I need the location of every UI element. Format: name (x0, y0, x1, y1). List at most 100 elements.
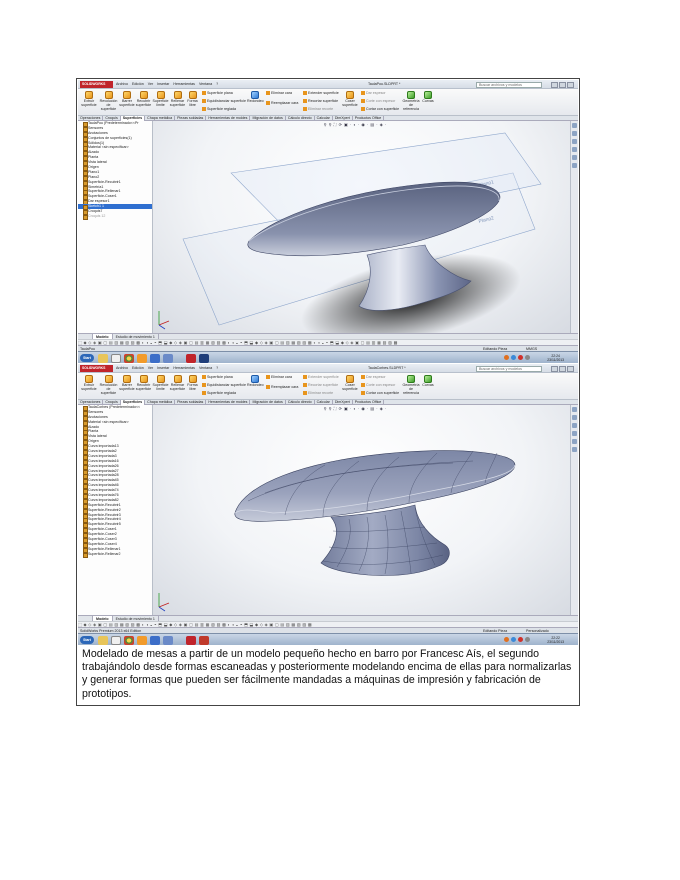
barrer-superficie-button[interactable]: Barrer superficie (119, 375, 135, 392)
custom-properties-icon[interactable] (572, 447, 577, 452)
photos-icon[interactable] (163, 353, 173, 363)
menu-insertar[interactable]: Insertar (157, 82, 169, 86)
superficie-plana-button[interactable]: Superficie plana (202, 375, 233, 380)
maximize-icon[interactable] (559, 365, 566, 372)
minimize-icon[interactable] (551, 81, 558, 88)
curvas-button[interactable]: Curvas (422, 375, 434, 388)
media-icon[interactable] (111, 353, 121, 363)
menu-edicion[interactable]: Edición (132, 82, 144, 86)
maximize-icon[interactable] (559, 81, 566, 88)
word-icon[interactable] (150, 353, 160, 363)
extruir-superficie-button[interactable]: Extruir superficie (80, 91, 98, 108)
extruir-superficie-button[interactable]: Extruir superficie (80, 375, 98, 392)
library-icon[interactable] (572, 415, 577, 420)
superficie-limite-button[interactable]: Superficie límite (152, 375, 169, 392)
start-button[interactable]: Start (80, 636, 94, 644)
vlc-icon[interactable] (137, 635, 147, 645)
media-icon[interactable] (111, 635, 121, 645)
superficie-reglada-button[interactable]: Superficie reglada (202, 391, 236, 396)
tray-icon[interactable] (525, 637, 530, 642)
corte-espesor-button[interactable]: Corte con espesor (361, 383, 395, 388)
menu-ventana[interactable]: Ventana (199, 366, 212, 370)
coser-superficie-button[interactable]: Coser superficie (342, 91, 358, 108)
explorer-icon[interactable] (98, 353, 108, 363)
graphics-viewport[interactable]: ⚲ ⚲ ⛶ ⟳ ▣ · ◐ · ◉ · ▤ · ◈ · (153, 405, 570, 615)
vlc-icon[interactable] (137, 353, 147, 363)
recubrir-superficie-button[interactable]: Recubrir superficie (135, 91, 152, 108)
menu-herramientas[interactable]: Herramientas (173, 82, 195, 86)
rellenar-superficie-button[interactable]: Rellenar superficie (169, 91, 186, 108)
superficie-plana-button[interactable]: Superficie plana (202, 91, 233, 96)
forma-libre-button[interactable]: Forma libre (186, 375, 199, 392)
home-icon[interactable] (572, 123, 577, 128)
photos-icon[interactable] (163, 635, 173, 645)
menu-help[interactable]: ? (216, 82, 218, 86)
superficie-reglada-button[interactable]: Superficie reglada (202, 107, 236, 112)
recortar-superficie-button[interactable]: Recortar superficie (303, 99, 338, 104)
explorer-icon[interactable] (98, 635, 108, 645)
revolucion-superficie-button[interactable]: Revolución de superficie (99, 375, 118, 395)
close-icon[interactable] (567, 81, 574, 88)
word-icon[interactable] (150, 635, 160, 645)
appearances-icon[interactable] (572, 155, 577, 160)
tray-icon[interactable] (518, 355, 523, 360)
reemplazar-cara-button[interactable]: Reemplazar cara (266, 385, 298, 390)
superficie-limite-button[interactable]: Superficie límite (152, 91, 169, 108)
tree-item[interactable]: Superficie-Rellenar2 (78, 552, 152, 558)
chrome-icon[interactable] (124, 353, 134, 363)
redondeo-button[interactable]: Redondeo (247, 91, 264, 104)
graphics-viewport[interactable]: ⚲ ⚲ ⛶ ⟳ ▣ · ◐ · ◉ · ▤ · ◈ · Plano2 Plano… (153, 121, 570, 333)
view-palette-icon[interactable] (572, 147, 577, 152)
close-icon[interactable] (567, 365, 574, 372)
search-input[interactable]: Buscar archivos y modelos (476, 365, 542, 372)
corte-espesor-button[interactable]: Corte con espesor (361, 99, 395, 104)
table-top-surface[interactable] (234, 450, 516, 522)
app-icon[interactable] (199, 635, 209, 645)
coser-superficie-button[interactable]: Coser superficie (342, 375, 358, 392)
menu-ver[interactable]: Ver (148, 366, 153, 370)
custom-properties-icon[interactable] (572, 163, 577, 168)
file-explorer-icon[interactable] (572, 423, 577, 428)
extender-superficie-button[interactable]: Extender superficie (303, 91, 339, 96)
eliminar-cara-button[interactable]: Eliminar cara (266, 375, 292, 380)
menu-archivo[interactable]: Archivo (116, 366, 128, 370)
tray-icon[interactable] (504, 355, 509, 360)
eliminar-recorte-button[interactable]: Eliminar recorte (303, 107, 333, 112)
menu-help[interactable]: ? (216, 366, 218, 370)
recubrir-superficie-button[interactable]: Recubrir superficie (135, 375, 152, 392)
equidistanciar-superficie-button[interactable]: Equidistanciar superficie (202, 383, 246, 388)
taskbar-clock[interactable]: 22:24 23/11/2013 (547, 354, 564, 363)
tray-icon[interactable] (525, 355, 530, 360)
redondeo-button[interactable]: Redondeo (247, 375, 264, 388)
menu-edicion[interactable]: Edición (132, 366, 144, 370)
menu-ventana[interactable]: Ventana (199, 82, 212, 86)
solidworks-taskbar-icon[interactable] (186, 353, 196, 363)
start-button[interactable]: Start (80, 354, 94, 362)
tray-icon[interactable] (518, 637, 523, 642)
reemplazar-cara-button[interactable]: Reemplazar cara (266, 101, 298, 106)
geometria-referencia-button[interactable]: Geometría de referencia (402, 375, 420, 395)
eliminar-recorte-button[interactable]: Eliminar recorte (303, 391, 333, 396)
home-icon[interactable] (572, 407, 577, 412)
cortar-con-superficie-button[interactable]: Cortar con superficie (361, 391, 399, 396)
menu-herramientas[interactable]: Herramientas (173, 366, 195, 370)
menu-archivo[interactable]: Archivo (116, 82, 128, 86)
chrome-icon[interactable] (124, 635, 134, 645)
recortar-superficie-button[interactable]: Recortar superficie (303, 383, 338, 388)
minimize-icon[interactable] (551, 365, 558, 372)
equidistanciar-superficie-button[interactable]: Equidistanciar superficie (202, 99, 246, 104)
solidworks-taskbar-icon[interactable] (186, 635, 196, 645)
tray-icon[interactable] (511, 355, 516, 360)
file-explorer-icon[interactable] (572, 139, 577, 144)
barrer-superficie-button[interactable]: Barrer superficie (119, 91, 135, 108)
photoshop-icon[interactable] (199, 353, 209, 363)
search-input[interactable]: Buscar archivos y modelos (476, 81, 542, 88)
appearances-icon[interactable] (572, 439, 577, 444)
menu-ver[interactable]: Ver (148, 82, 153, 86)
revolucion-superficie-button[interactable]: Revolución de superficie (99, 91, 118, 111)
extender-superficie-button[interactable]: Extender superficie (303, 375, 339, 380)
geometria-referencia-button[interactable]: Geometría de referencia (402, 91, 420, 111)
tray-icon[interactable] (511, 637, 516, 642)
menu-insertar[interactable]: Insertar (157, 366, 169, 370)
curvas-button[interactable]: Curvas (422, 91, 434, 104)
